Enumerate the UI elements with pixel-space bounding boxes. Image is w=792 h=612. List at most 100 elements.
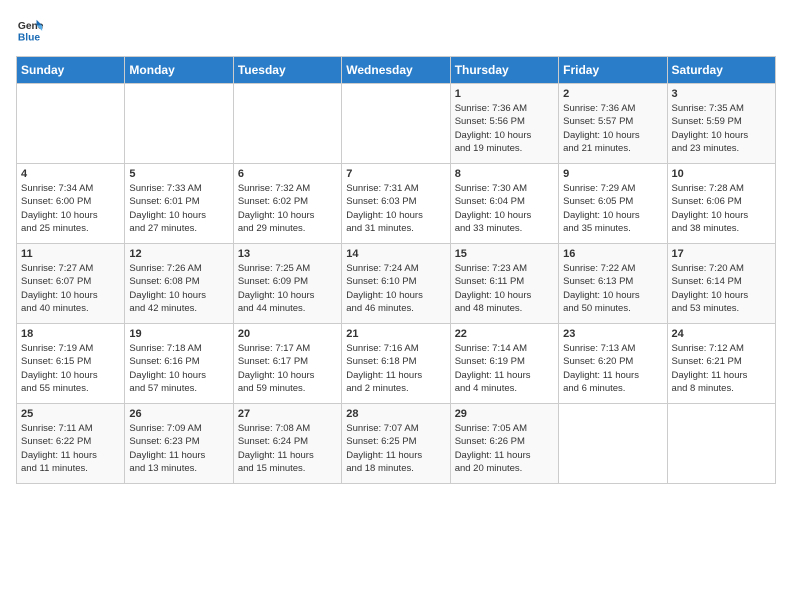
- week-row-5: 25 Sunrise: 7:11 AM Sunset: 6:22 PM Dayli…: [17, 404, 776, 484]
- day-number: 15: [455, 248, 554, 260]
- day-number: 25: [21, 408, 120, 420]
- header-cell-wednesday: Wednesday: [342, 57, 450, 84]
- day-number: 20: [238, 328, 337, 340]
- calendar-cell: 29 Sunrise: 7:05 AM Sunset: 6:26 PM Dayli…: [450, 404, 558, 484]
- day-number: 1: [455, 88, 554, 100]
- day-number: 21: [346, 328, 445, 340]
- week-row-3: 11Sunrise: 7:27 AM Sunset: 6:07 PM Dayli…: [17, 244, 776, 324]
- calendar-cell: 25 Sunrise: 7:11 AM Sunset: 6:22 PM Dayli…: [17, 404, 125, 484]
- day-info: Sunrise: 7:20 AM Sunset: 6:14 PM Dayligh…: [672, 262, 771, 315]
- calendar-cell: 1 Sunrise: 7:36 AM Sunset: 5:56 PM Daylig…: [450, 84, 558, 164]
- header-cell-monday: Monday: [125, 57, 233, 84]
- day-number: 24: [672, 328, 771, 340]
- calendar-cell: 9Sunrise: 7:29 AM Sunset: 6:05 PM Daylig…: [559, 164, 667, 244]
- calendar-cell: 17 Sunrise: 7:20 AM Sunset: 6:14 PM Dayli…: [667, 244, 775, 324]
- day-number: 28: [346, 408, 445, 420]
- header-cell-saturday: Saturday: [667, 57, 775, 84]
- day-info: Sunrise: 7:09 AM Sunset: 6:23 PM Dayligh…: [129, 422, 228, 475]
- day-number: 6: [238, 168, 337, 180]
- calendar-cell: 7 Sunrise: 7:31 AM Sunset: 6:03 PM Daylig…: [342, 164, 450, 244]
- calendar-cell: [342, 84, 450, 164]
- calendar-cell: 19 Sunrise: 7:18 AM Sunset: 6:16 PM Dayli…: [125, 324, 233, 404]
- day-info: Sunrise: 7:05 AM Sunset: 6:26 PM Dayligh…: [455, 422, 554, 475]
- calendar-cell: 6 Sunrise: 7:32 AM Sunset: 6:02 PM Daylig…: [233, 164, 341, 244]
- day-info: Sunrise: 7:13 AM Sunset: 6:20 PM Dayligh…: [563, 342, 662, 395]
- day-info: Sunrise: 7:24 AM Sunset: 6:10 PM Dayligh…: [346, 262, 445, 315]
- calendar-cell: 13 Sunrise: 7:25 AM Sunset: 6:09 PM Dayli…: [233, 244, 341, 324]
- calendar-cell: [667, 404, 775, 484]
- day-number: 10: [672, 168, 771, 180]
- day-number: 12: [129, 248, 228, 260]
- calendar-cell: 12 Sunrise: 7:26 AM Sunset: 6:08 PM Dayli…: [125, 244, 233, 324]
- day-info: Sunrise: 7:18 AM Sunset: 6:16 PM Dayligh…: [129, 342, 228, 395]
- calendar-cell: 20 Sunrise: 7:17 AM Sunset: 6:17 PM Dayli…: [233, 324, 341, 404]
- day-number: 16: [563, 248, 662, 260]
- day-number: 9: [563, 168, 662, 180]
- day-info: Sunrise: 7:35 AM Sunset: 5:59 PM Dayligh…: [672, 102, 771, 155]
- header-cell-thursday: Thursday: [450, 57, 558, 84]
- logo: General Blue: [16, 16, 48, 44]
- day-info: Sunrise: 7:12 AM Sunset: 6:21 PM Dayligh…: [672, 342, 771, 395]
- calendar-cell: 27Sunrise: 7:08 AM Sunset: 6:24 PM Dayli…: [233, 404, 341, 484]
- day-number: 17: [672, 248, 771, 260]
- calendar-cell: 28 Sunrise: 7:07 AM Sunset: 6:25 PM Dayli…: [342, 404, 450, 484]
- day-number: 23: [563, 328, 662, 340]
- calendar-cell: 24 Sunrise: 7:12 AM Sunset: 6:21 PM Dayli…: [667, 324, 775, 404]
- day-info: Sunrise: 7:32 AM Sunset: 6:02 PM Dayligh…: [238, 182, 337, 235]
- day-number: 19: [129, 328, 228, 340]
- calendar-cell: [125, 84, 233, 164]
- day-number: 18: [21, 328, 120, 340]
- day-number: 5: [129, 168, 228, 180]
- calendar-cell: 18Sunrise: 7:19 AM Sunset: 6:15 PM Dayli…: [17, 324, 125, 404]
- calendar-cell: 4Sunrise: 7:34 AM Sunset: 6:00 PM Daylig…: [17, 164, 125, 244]
- day-info: Sunrise: 7:33 AM Sunset: 6:01 PM Dayligh…: [129, 182, 228, 235]
- day-info: Sunrise: 7:22 AM Sunset: 6:13 PM Dayligh…: [563, 262, 662, 315]
- logo-icon: General Blue: [16, 16, 44, 44]
- day-number: 27: [238, 408, 337, 420]
- day-info: Sunrise: 7:16 AM Sunset: 6:18 PM Dayligh…: [346, 342, 445, 395]
- calendar-header: SundayMondayTuesdayWednesdayThursdayFrid…: [17, 57, 776, 84]
- calendar-cell: 8 Sunrise: 7:30 AM Sunset: 6:04 PM Daylig…: [450, 164, 558, 244]
- day-number: 29: [455, 408, 554, 420]
- day-number: 14: [346, 248, 445, 260]
- week-row-1: 1 Sunrise: 7:36 AM Sunset: 5:56 PM Daylig…: [17, 84, 776, 164]
- day-info: Sunrise: 7:30 AM Sunset: 6:04 PM Dayligh…: [455, 182, 554, 235]
- day-info: Sunrise: 7:25 AM Sunset: 6:09 PM Dayligh…: [238, 262, 337, 315]
- week-row-2: 4Sunrise: 7:34 AM Sunset: 6:00 PM Daylig…: [17, 164, 776, 244]
- calendar-cell: [233, 84, 341, 164]
- day-number: 7: [346, 168, 445, 180]
- day-info: Sunrise: 7:07 AM Sunset: 6:25 PM Dayligh…: [346, 422, 445, 475]
- day-info: Sunrise: 7:11 AM Sunset: 6:22 PM Dayligh…: [21, 422, 120, 475]
- day-info: Sunrise: 7:23 AM Sunset: 6:11 PM Dayligh…: [455, 262, 554, 315]
- day-info: Sunrise: 7:14 AM Sunset: 6:19 PM Dayligh…: [455, 342, 554, 395]
- day-number: 22: [455, 328, 554, 340]
- calendar-table: SundayMondayTuesdayWednesdayThursdayFrid…: [16, 56, 776, 484]
- svg-text:Blue: Blue: [18, 32, 41, 43]
- day-number: 13: [238, 248, 337, 260]
- day-info: Sunrise: 7:36 AM Sunset: 5:56 PM Dayligh…: [455, 102, 554, 155]
- calendar-cell: 10 Sunrise: 7:28 AM Sunset: 6:06 PM Dayli…: [667, 164, 775, 244]
- day-info: Sunrise: 7:17 AM Sunset: 6:17 PM Dayligh…: [238, 342, 337, 395]
- calendar-cell: 15 Sunrise: 7:23 AM Sunset: 6:11 PM Dayli…: [450, 244, 558, 324]
- calendar-cell: 21 Sunrise: 7:16 AM Sunset: 6:18 PM Dayli…: [342, 324, 450, 404]
- calendar-cell: [17, 84, 125, 164]
- day-info: Sunrise: 7:28 AM Sunset: 6:06 PM Dayligh…: [672, 182, 771, 235]
- day-number: 8: [455, 168, 554, 180]
- day-number: 2: [563, 88, 662, 100]
- week-row-4: 18Sunrise: 7:19 AM Sunset: 6:15 PM Dayli…: [17, 324, 776, 404]
- calendar-cell: [559, 404, 667, 484]
- calendar-cell: 26 Sunrise: 7:09 AM Sunset: 6:23 PM Dayli…: [125, 404, 233, 484]
- calendar-cell: 23 Sunrise: 7:13 AM Sunset: 6:20 PM Dayli…: [559, 324, 667, 404]
- calendar-cell: 2Sunrise: 7:36 AM Sunset: 5:57 PM Daylig…: [559, 84, 667, 164]
- calendar-cell: 22 Sunrise: 7:14 AM Sunset: 6:19 PM Dayli…: [450, 324, 558, 404]
- header-cell-tuesday: Tuesday: [233, 57, 341, 84]
- day-info: Sunrise: 7:34 AM Sunset: 6:00 PM Dayligh…: [21, 182, 120, 235]
- day-number: 26: [129, 408, 228, 420]
- day-number: 3: [672, 88, 771, 100]
- day-info: Sunrise: 7:27 AM Sunset: 6:07 PM Dayligh…: [21, 262, 120, 315]
- day-info: Sunrise: 7:31 AM Sunset: 6:03 PM Dayligh…: [346, 182, 445, 235]
- day-info: Sunrise: 7:26 AM Sunset: 6:08 PM Dayligh…: [129, 262, 228, 315]
- calendar-cell: 14 Sunrise: 7:24 AM Sunset: 6:10 PM Dayli…: [342, 244, 450, 324]
- header-cell-friday: Friday: [559, 57, 667, 84]
- page-header: General Blue: [16, 16, 776, 44]
